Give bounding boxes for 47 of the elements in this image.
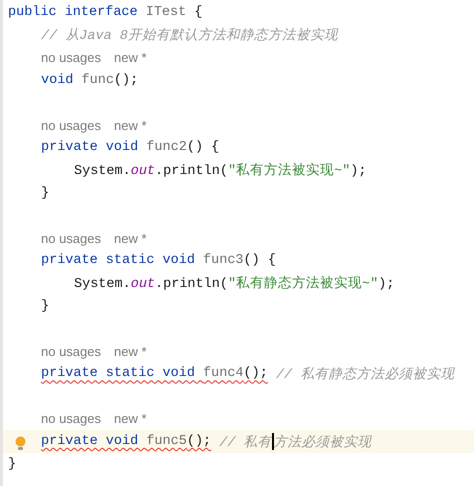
code-text: } — [8, 456, 16, 472]
keyword: private static void — [41, 366, 196, 382]
code-text: .println( — [155, 277, 228, 292]
code-text: } — [41, 186, 50, 201]
method-name: func3 — [203, 253, 244, 268]
code-text: (); — [114, 72, 138, 88]
code-text: System. — [74, 164, 131, 180]
keyword: private void — [41, 140, 140, 156]
keyword: public interface — [8, 4, 139, 20]
usages-hint[interactable]: no usages — [41, 118, 101, 133]
code-text: () { — [244, 253, 276, 268]
code-text: .println( — [155, 164, 228, 180]
code-text: System. — [74, 277, 131, 292]
code-text: { — [193, 4, 202, 20]
string-literal: "私有方法被实现~" — [228, 164, 350, 180]
usages-hint[interactable]: no usages — [41, 230, 101, 246]
usages-hint[interactable]: no usages — [41, 344, 101, 359]
author-hint[interactable]: new * — [114, 230, 147, 246]
code-text: ); — [378, 277, 394, 292]
method-name: func2 — [146, 140, 187, 156]
code-text: () { — [186, 140, 220, 156]
lightbulb-icon[interactable] — [15, 436, 26, 452]
keyword: private static void — [41, 253, 196, 268]
method-name: func4 — [203, 366, 244, 382]
author-hint[interactable]: new * — [114, 411, 147, 426]
author-hint[interactable]: new * — [114, 344, 147, 359]
comment: 方法必须被实现 — [274, 434, 372, 451]
field-name: out — [130, 164, 156, 180]
comment: // 私有静态方法必须被实现 — [274, 366, 454, 383]
comment: // 私有 — [218, 434, 272, 451]
string-literal: "私有静态方法被实现~" — [228, 277, 378, 292]
code-text: } — [41, 298, 50, 314]
code-editor[interactable] — [0, 0, 474, 486]
code-text: (); — [186, 434, 212, 450]
field-name: out — [130, 277, 156, 292]
method-name: ITest — [146, 4, 186, 20]
method-name: func — [82, 72, 114, 88]
usages-hint[interactable]: no usages — [41, 50, 101, 65]
keyword: private void — [41, 434, 140, 450]
method-name: func5 — [146, 434, 187, 450]
author-hint[interactable]: new * — [114, 50, 147, 65]
usages-hint[interactable]: no usages — [41, 411, 101, 426]
author-hint[interactable]: new * — [114, 118, 147, 133]
comment: // 从Java 8开始有默认方法和静态方法被实现 — [41, 28, 338, 44]
keyword: void — [41, 72, 74, 88]
code-text: (); — [244, 366, 268, 382]
code-text: ); — [350, 164, 366, 180]
